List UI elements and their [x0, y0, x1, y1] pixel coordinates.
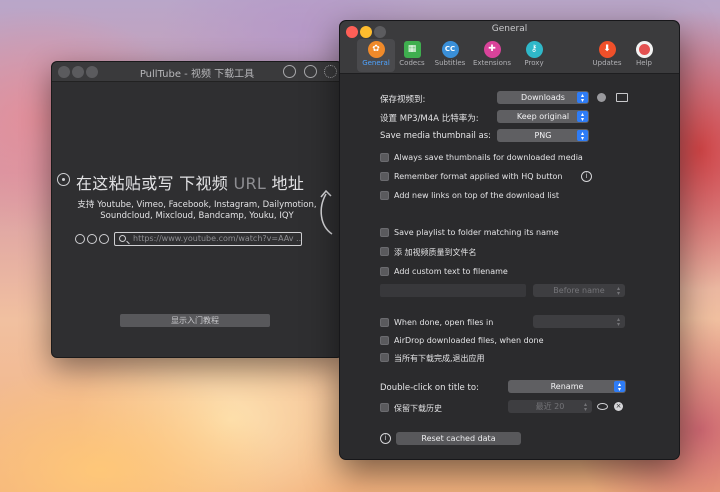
- new-links-top-label: Add new links on top of the download lis…: [394, 191, 560, 200]
- save-to-popup[interactable]: Downloads ▴ ▾: [497, 91, 589, 104]
- tab-label: Subtitles: [434, 59, 466, 67]
- tab-codecs[interactable]: ▦ Codecs: [393, 39, 431, 72]
- chevron-updown-icon: ▴ ▾: [616, 285, 620, 297]
- history-count-popup[interactable]: 最近 20 ▴ ▾: [508, 400, 592, 413]
- window-title: General: [491, 24, 528, 34]
- custom-text-position-popup[interactable]: Before name ▴ ▾: [533, 284, 625, 297]
- tab-label: Proxy: [524, 59, 544, 67]
- tab-subtitles[interactable]: CC Subtitles: [431, 39, 469, 72]
- quality-filename-label: 添 加视频质量到文件名: [394, 248, 477, 257]
- supported-sites-line2: Soundcloud, Mixcloud, Bandcamp, Youku, I…: [100, 211, 294, 221]
- remember-format-checkbox[interactable]: [380, 172, 389, 181]
- reset-cached-data-button[interactable]: Reset cached data: [396, 432, 521, 445]
- double-click-value: Rename: [550, 382, 584, 391]
- tab-label: Extensions: [473, 59, 512, 67]
- always-thumbs-checkbox[interactable]: [380, 153, 389, 162]
- tab-label: Updates: [592, 59, 622, 67]
- download-arrow-icon: ⬇: [598, 41, 616, 58]
- heading-text: 在这粘贴或写 下视频: [76, 174, 229, 193]
- puzzle-icon: ✚: [483, 41, 501, 58]
- history-checkbox[interactable]: [380, 403, 389, 412]
- tab-label: General: [362, 59, 390, 67]
- thumbnail-format-popup[interactable]: PNG ▴ ▾: [497, 129, 589, 142]
- open-files-app-popup[interactable]: ▴ ▾: [533, 315, 625, 328]
- chevron-updown-icon: ▴ ▾: [616, 316, 620, 328]
- window-title: PullTube - 视频 下载工具: [139, 69, 255, 80]
- save-to-value: Downloads: [521, 93, 565, 102]
- reveal-folder-icon[interactable]: [597, 93, 606, 102]
- key-icon: ⚷: [525, 41, 543, 58]
- before-name-value: Before name: [553, 286, 605, 295]
- folder-icon[interactable]: [616, 93, 628, 102]
- chevron-updown-icon: ▴ ▾: [577, 130, 588, 142]
- thumbnail-format-value: PNG: [534, 131, 552, 140]
- open-files-checkbox[interactable]: [380, 318, 389, 327]
- double-click-label: Double-click on title to:: [380, 383, 479, 393]
- quit-app-checkbox[interactable]: [380, 353, 389, 362]
- custom-text-checkbox[interactable]: [380, 267, 389, 276]
- quit-app-label: 当所有下载完成,退出应用: [394, 354, 485, 363]
- supported-sites-line1: 支持 Youtube, Vimeo, Facebook, Instagram, …: [77, 200, 317, 210]
- add-link-icon[interactable]: [57, 173, 70, 186]
- url-input[interactable]: https://www.youtube.com/watch?v=AAv ...: [114, 232, 302, 246]
- chevron-updown-icon: ▴ ▾: [577, 92, 588, 104]
- info-icon[interactable]: i: [581, 171, 592, 182]
- gear-icon: ✿: [367, 41, 385, 58]
- chevron-updown-icon: ▴ ▾: [583, 401, 587, 413]
- heading-end: 地址: [271, 174, 305, 193]
- paste-url-heading: 在这粘贴或写 下视频 URL 地址: [76, 170, 304, 194]
- double-click-popup[interactable]: Rename ▴ ▾: [508, 380, 626, 393]
- tab-extensions[interactable]: ✚ Extensions: [473, 39, 511, 72]
- bitrate-label: 设置 MP3/M4A 比特率为:: [380, 114, 479, 124]
- airdrop-label: AirDrop downloaded files, when done: [394, 336, 544, 345]
- tab-label: Help: [636, 59, 652, 67]
- eye-icon[interactable]: [597, 403, 608, 410]
- general-preferences-window: General ✿ General ▦ Codecs CC Subtitles …: [339, 20, 680, 460]
- tab-updates[interactable]: ⬇ Updates: [588, 39, 626, 72]
- search-icon: [119, 235, 126, 242]
- tab-label: Codecs: [399, 59, 425, 67]
- cc-icon: CC: [441, 41, 459, 58]
- gear-icon[interactable]: [324, 65, 337, 78]
- history-label: 保留下载历史: [394, 404, 442, 413]
- lifebuoy-icon: [635, 41, 653, 58]
- new-links-top-checkbox[interactable]: [380, 191, 389, 200]
- chevron-updown-icon: ▴ ▾: [614, 381, 625, 393]
- preferences-toolbar: General ✿ General ▦ Codecs CC Subtitles …: [340, 21, 679, 74]
- thumbnail-format-label: Save media thumbnail as:: [380, 131, 492, 141]
- show-tutorial-button[interactable]: 显示入门教程: [120, 314, 270, 327]
- pulltube-titlebar: PullTube - 视频 下载工具: [52, 62, 342, 82]
- bitrate-value: Keep original: [516, 112, 570, 121]
- tab-help[interactable]: Help: [625, 39, 663, 72]
- remember-format-label: Remember format applied with HQ button: [394, 172, 563, 181]
- tab-proxy[interactable]: ⚷ Proxy: [515, 39, 553, 72]
- film-icon: ▦: [403, 41, 421, 58]
- airdrop-checkbox[interactable]: [380, 336, 389, 345]
- quality-filename-checkbox[interactable]: [380, 247, 389, 256]
- open-files-label: When done, open files in: [394, 318, 494, 327]
- custom-text-label: Add custom text to filename: [394, 267, 508, 276]
- info-icon[interactable]: i: [380, 433, 391, 444]
- playlist-folder-label: Save playlist to folder matching its nam…: [394, 228, 559, 237]
- option-circle-icon[interactable]: [99, 234, 109, 244]
- always-thumbs-label: Always save thumbnails for downloaded me…: [394, 153, 583, 162]
- bitrate-popup[interactable]: Keep original ▴ ▾: [497, 110, 589, 123]
- history-count-value: 最近 20: [535, 402, 565, 411]
- chevron-updown-icon: ▴ ▾: [577, 111, 588, 123]
- clear-icon[interactable]: ×: [614, 402, 623, 411]
- url-placeholder: https://www.youtube.com/watch?v=AAv ...: [133, 234, 302, 243]
- heading-url: URL: [233, 174, 267, 193]
- option-circle-icon[interactable]: [87, 234, 97, 244]
- chevron-down-icon[interactable]: [304, 65, 317, 78]
- custom-text-input[interactable]: [380, 284, 526, 297]
- tab-general[interactable]: ✿ General: [357, 39, 395, 72]
- playlist-folder-checkbox[interactable]: [380, 228, 389, 237]
- download-icon[interactable]: [283, 65, 296, 78]
- option-circle-icon[interactable]: [75, 234, 85, 244]
- save-to-label: 保存视频到:: [380, 95, 426, 105]
